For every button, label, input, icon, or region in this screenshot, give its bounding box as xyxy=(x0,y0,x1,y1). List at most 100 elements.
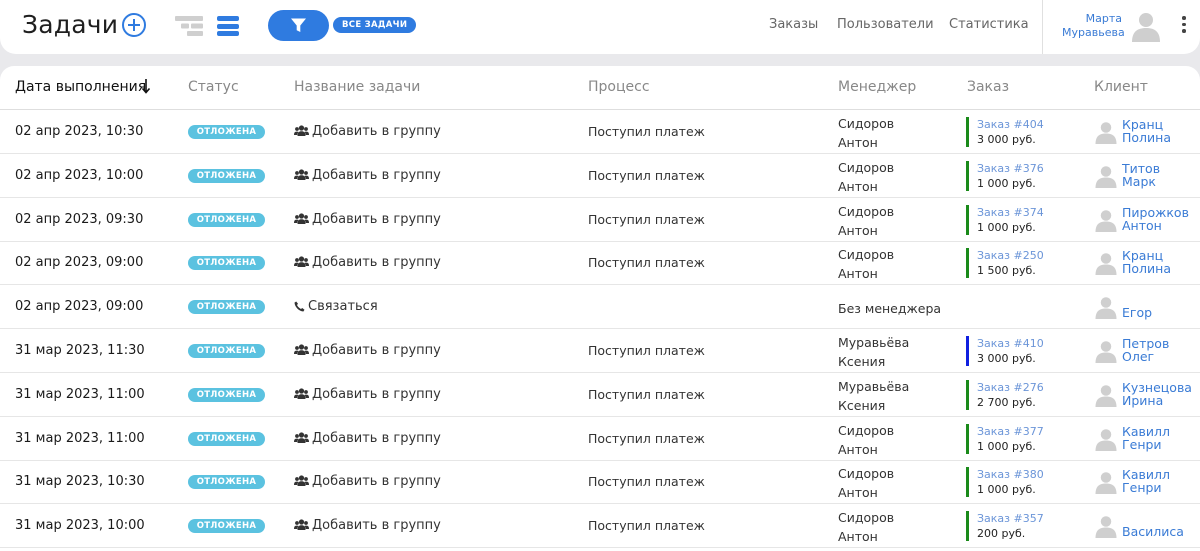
column-process[interactable]: Процесс xyxy=(588,79,650,95)
table-row[interactable]: 31 мар 2023, 11:30 ОТЛОЖЕНА Добавить в гру… xyxy=(0,329,1200,373)
order-info: Заказ #380 1 000 руб. xyxy=(966,467,1044,498)
column-client[interactable]: Клиент xyxy=(1094,79,1148,95)
manager-last-name: Без менеджера xyxy=(838,301,942,317)
nav-orders[interactable]: Заказы xyxy=(769,17,818,32)
client-avatar-icon xyxy=(1094,514,1118,539)
task-label: Добавить в группу xyxy=(312,430,441,446)
client-link[interactable]: Кузнецова Ирина xyxy=(1122,381,1192,407)
nav-users[interactable]: Пользователи xyxy=(837,17,934,32)
funnel-icon xyxy=(291,18,306,32)
client-avatar-icon xyxy=(1094,295,1118,320)
table-row[interactable]: 02 апр 2023, 09:00 ОТЛОЖЕНА Добавить в гру… xyxy=(0,241,1200,286)
client-line-1: Кузнецова xyxy=(1122,379,1192,395)
manager: Сидоров Антон xyxy=(838,202,894,240)
order-info: Заказ #250 1 500 руб. xyxy=(966,248,1044,279)
order-info: Заказ #410 3 000 руб. xyxy=(966,336,1044,366)
due-date: 02 апр 2023, 09:00 xyxy=(15,255,144,271)
kebab-menu-icon[interactable] xyxy=(1180,16,1188,36)
column-order[interactable]: Заказ xyxy=(967,79,1009,95)
order-link[interactable]: Заказ #276 xyxy=(977,380,1044,395)
column-task[interactable]: Название задачи xyxy=(294,79,420,95)
column-date[interactable]: Дата выполнения xyxy=(15,79,146,95)
tasks-table: Дата выполнения Статус Название задачи П… xyxy=(0,66,1200,551)
client-avatar-icon xyxy=(1094,383,1118,407)
manager-first-name: Ксения xyxy=(838,397,886,413)
due-date: 02 апр 2023, 09:00 xyxy=(15,299,144,315)
client-link[interactable]: Пирожков Антон xyxy=(1122,206,1189,232)
order-sum: 3 000 руб. xyxy=(977,352,1036,365)
order-sum: 1 000 руб. xyxy=(977,483,1036,497)
order-link[interactable]: Заказ #380 xyxy=(977,467,1044,482)
task-name[interactable]: Добавить в группу xyxy=(294,168,441,185)
task-name[interactable]: Добавить в группу xyxy=(294,518,441,535)
task-name[interactable]: Добавить в группу xyxy=(294,255,441,272)
status-badge: ОТЛОЖЕНА xyxy=(188,168,265,183)
order-info: Заказ #276 2 700 руб. xyxy=(966,379,1044,410)
client-link[interactable]: Титов Марк xyxy=(1122,162,1160,188)
task-label: Добавить в группу xyxy=(312,474,441,490)
order-link[interactable]: Заказ #404 xyxy=(977,117,1044,132)
sort-desc-icon[interactable] xyxy=(141,78,151,94)
client-line-2: Генри xyxy=(1122,480,1162,496)
order-sum: 1 000 руб. xyxy=(977,439,1036,453)
order-link[interactable]: Заказ #410 xyxy=(977,336,1044,351)
add-task-button[interactable] xyxy=(122,13,146,37)
client-line-1: Пирожков xyxy=(1122,204,1189,220)
nav-statistics[interactable]: Статистика xyxy=(949,17,1029,32)
order-link[interactable]: Заказ #250 xyxy=(977,248,1044,263)
process: Поступил платеж xyxy=(588,124,705,139)
task-name[interactable]: Добавить в группу xyxy=(294,212,441,229)
status-badge: ОТЛОЖЕНА xyxy=(188,125,265,139)
table-row[interactable]: 02 апр 2023, 09:30 ОТЛОЖЕНА Добавить в гру… xyxy=(0,198,1200,242)
task-name[interactable]: Связаться xyxy=(294,299,378,316)
table-row[interactable]: 31 мар 2023, 10:00 ОТЛОЖЕНА Добавить в гру… xyxy=(0,504,1200,549)
table-row[interactable]: 02 апр 2023, 09:00 ОТЛОЖЕНА Связаться Без м… xyxy=(0,285,1200,330)
table-row[interactable]: 31 мар 2023, 11:00 ОТЛОЖЕНА Добавить в гру… xyxy=(0,417,1200,461)
tree-view-icon[interactable] xyxy=(175,16,203,36)
manager: Сидоров Антон xyxy=(838,508,894,546)
phone-icon xyxy=(294,301,305,316)
table-row[interactable]: 31 мар 2023, 11:00 ОТЛОЖЕНА Добавить в гру… xyxy=(0,373,1200,417)
table-row[interactable]: 02 апр 2023, 10:00 ОТЛОЖЕНА Добавить в гру… xyxy=(0,154,1200,198)
client-link[interactable]: Кранц Полина xyxy=(1122,118,1171,144)
client-link[interactable]: Кранц Полина xyxy=(1122,249,1171,275)
filter-button[interactable] xyxy=(268,10,329,41)
task-label: Добавить в группу xyxy=(312,343,441,358)
task-name[interactable]: Добавить в группу xyxy=(294,124,441,141)
task-name[interactable]: Добавить в группу xyxy=(294,343,441,360)
client-link[interactable]: Василиса xyxy=(1122,525,1184,538)
order-info: Заказ #357 200 руб. xyxy=(966,511,1044,542)
manager: Без менеджера xyxy=(838,299,941,318)
filter-tag[interactable]: ВСЕ ЗАДАЧИ xyxy=(333,17,417,33)
table-row[interactable]: 02 апр 2023, 10:30 ОТЛОЖЕНА Добавить в гру… xyxy=(0,110,1200,154)
table-row[interactable]: 31 мар 2023, 10:30 ОТЛОЖЕНА Добавить в гру… xyxy=(0,460,1200,505)
process: Поступил платеж xyxy=(588,518,705,534)
list-view-icon[interactable] xyxy=(217,16,239,36)
client-link[interactable]: Петров Олег xyxy=(1122,337,1169,363)
task-label: Добавить в группу xyxy=(312,255,441,271)
process: Поступил платеж xyxy=(588,255,705,271)
task-name[interactable]: Добавить в группу xyxy=(294,387,441,404)
client-link[interactable]: Кавилл Генри xyxy=(1122,425,1170,451)
manager-last-name: Сидоров xyxy=(838,203,895,219)
order-link[interactable]: Заказ #374 xyxy=(977,205,1044,220)
client-link[interactable]: Кавилл Генри xyxy=(1122,468,1170,494)
order-info: Заказ #374 1 000 руб. xyxy=(966,204,1044,235)
column-manager[interactable]: Менеджер xyxy=(838,79,916,95)
manager: Сидоров Антон xyxy=(838,421,894,459)
task-name[interactable]: Добавить в группу xyxy=(294,431,441,448)
order-link[interactable]: Заказ #357 xyxy=(977,511,1044,526)
client-avatar-icon xyxy=(1094,251,1118,276)
client-avatar-icon xyxy=(1094,208,1118,232)
user-name[interactable]: Марта Муравьева xyxy=(1062,12,1125,40)
client-avatar-icon xyxy=(1094,470,1118,495)
users-icon xyxy=(294,475,309,491)
column-status[interactable]: Статус xyxy=(188,79,239,95)
client-link[interactable]: Егор xyxy=(1122,306,1152,319)
order-link[interactable]: Заказ #376 xyxy=(977,161,1044,176)
manager-last-name: Сидоров xyxy=(838,510,895,526)
task-name[interactable]: Добавить в группу xyxy=(294,474,441,491)
user-avatar-icon[interactable] xyxy=(1130,10,1162,42)
top-bar: Задачи ВСЕ ЗАДАЧИ Заказы Пользователи Ст… xyxy=(0,0,1200,54)
order-link[interactable]: Заказ #377 xyxy=(977,424,1044,439)
